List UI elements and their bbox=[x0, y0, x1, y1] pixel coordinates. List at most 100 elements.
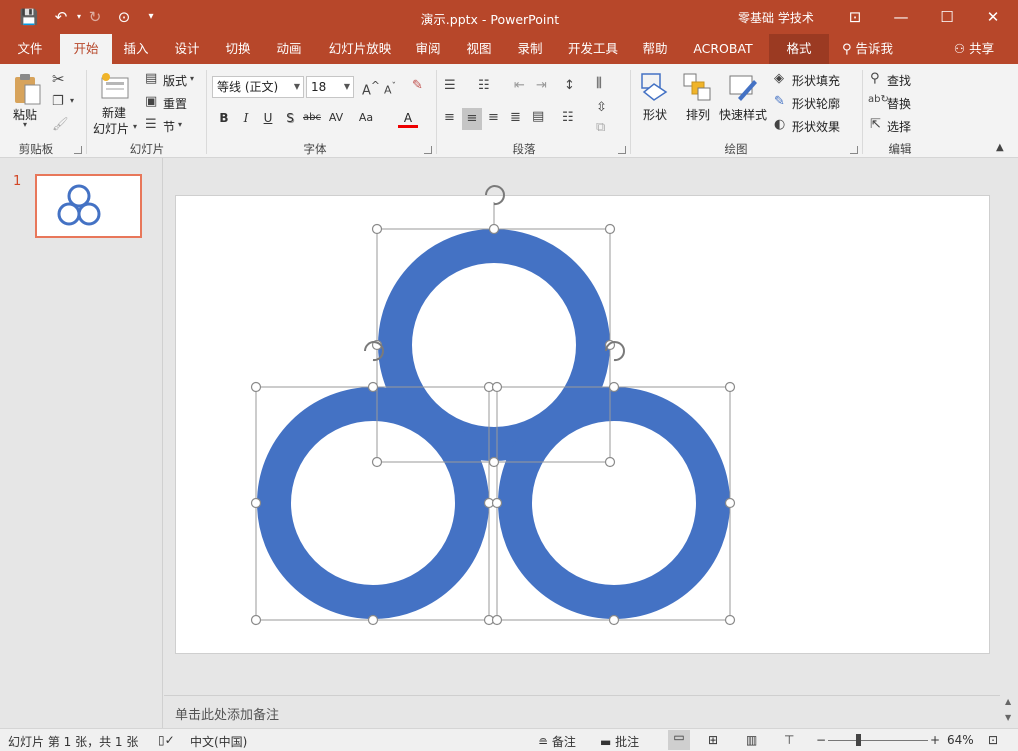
paint-bucket-icon[interactable]: ◈ bbox=[774, 71, 784, 86]
layout-button[interactable]: 版式 bbox=[163, 72, 187, 89]
replace-icon[interactable]: ab↻ bbox=[868, 94, 889, 105]
section-icon[interactable]: ☰ bbox=[145, 117, 157, 132]
tab-view[interactable]: 视图 bbox=[457, 34, 501, 64]
fit-to-window-icon[interactable]: ⊡ bbox=[988, 733, 998, 747]
tab-developer[interactable]: 开发工具 bbox=[561, 34, 625, 64]
decrease-indent-icon[interactable]: ⇤ bbox=[514, 78, 525, 93]
new-slide-dropdown-icon[interactable]: ▾ bbox=[133, 122, 137, 131]
tab-insert[interactable]: 插入 bbox=[114, 34, 158, 64]
text-direction-icon[interactable]: ⫼ bbox=[596, 76, 602, 91]
italic-button[interactable]: I bbox=[236, 108, 256, 128]
slide-thumbnail[interactable] bbox=[35, 174, 142, 238]
text-shadow-button[interactable]: S bbox=[280, 108, 300, 128]
align-left-icon[interactable]: ≡ bbox=[444, 110, 455, 125]
tab-file[interactable]: 文件 bbox=[8, 34, 52, 64]
collapse-ribbon-icon[interactable]: ▲ bbox=[996, 142, 1004, 153]
scroll-up-icon[interactable]: ▲ bbox=[1005, 697, 1011, 706]
notes-toggle[interactable]: ≘ 备注 bbox=[538, 733, 576, 750]
cut-icon[interactable]: ✂ bbox=[52, 70, 65, 88]
increase-indent-icon[interactable]: ⇥ bbox=[536, 78, 547, 93]
language-indicator[interactable]: 中文(中国) bbox=[190, 733, 247, 750]
notes-pane[interactable]: 单击此处添加备注 bbox=[164, 695, 1000, 728]
copy-dropdown-icon[interactable]: ▾ bbox=[70, 96, 74, 105]
font-size-combo[interactable]: 18 ▼ bbox=[306, 76, 354, 98]
slide-sorter-icon[interactable]: ⊞ bbox=[708, 733, 718, 747]
shape-effects-icon[interactable]: ◐ bbox=[774, 117, 785, 132]
notes-placeholder[interactable]: 单击此处添加备注 bbox=[175, 704, 279, 723]
distributed-icon[interactable]: ▤ bbox=[532, 109, 544, 124]
save-icon[interactable]: 💾 bbox=[18, 6, 40, 28]
redo-icon[interactable]: ↻ bbox=[84, 6, 106, 28]
shrink-font-icon[interactable]: Aˇ bbox=[384, 81, 396, 97]
share-button[interactable]: ⚇ 共享 bbox=[948, 34, 1000, 64]
layout-icon[interactable]: ▤ bbox=[145, 71, 157, 86]
align-text-icon[interactable]: ⇳ bbox=[596, 100, 607, 115]
clipboard-launcher-icon[interactable] bbox=[74, 146, 82, 154]
tab-help[interactable]: 帮助 bbox=[633, 34, 677, 64]
new-slide-icon[interactable] bbox=[100, 72, 132, 102]
font-color-button[interactable]: A bbox=[398, 108, 418, 128]
columns-icon[interactable]: ☷ bbox=[562, 110, 574, 125]
minimize-button[interactable]: — bbox=[878, 0, 924, 34]
paste-icon[interactable] bbox=[12, 72, 42, 106]
format-painter-icon[interactable]: 🖌 bbox=[52, 117, 69, 132]
tab-acrobat[interactable]: ACROBAT bbox=[688, 34, 758, 64]
ribbon-display-icon[interactable]: ⊡ bbox=[832, 0, 878, 34]
reset-icon[interactable]: ▣ bbox=[145, 94, 157, 109]
arrange-icon[interactable] bbox=[682, 72, 712, 102]
underline-button[interactable]: U bbox=[258, 108, 278, 128]
smartart-icon[interactable]: ⧉ bbox=[596, 120, 605, 135]
account-name[interactable]: 零基础 学技术 bbox=[738, 9, 814, 26]
drawing-launcher-icon[interactable] bbox=[850, 146, 858, 154]
align-right-icon[interactable]: ≡ bbox=[488, 110, 499, 125]
tab-design[interactable]: 设计 bbox=[165, 34, 209, 64]
copy-icon[interactable]: ❐ bbox=[52, 94, 64, 109]
reset-button[interactable]: 重置 bbox=[163, 95, 187, 112]
zoom-slider[interactable] bbox=[828, 740, 928, 741]
normal-view-icon[interactable]: ▭ bbox=[668, 730, 690, 750]
quick-styles-icon[interactable] bbox=[728, 72, 758, 102]
tab-record[interactable]: 录制 bbox=[508, 34, 552, 64]
tell-me-search[interactable]: ⚲ 告诉我 bbox=[842, 34, 906, 64]
paragraph-launcher-icon[interactable] bbox=[618, 146, 626, 154]
pen-outline-icon[interactable]: ✎ bbox=[774, 94, 785, 109]
layout-dropdown-icon[interactable]: ▾ bbox=[190, 74, 194, 83]
font-name-combo[interactable]: 等线 (正文) ▼ bbox=[212, 76, 304, 98]
change-case-button[interactable]: Aa bbox=[356, 108, 376, 128]
character-spacing-button[interactable]: AV bbox=[326, 108, 346, 128]
customize-qat-icon[interactable]: ▾ bbox=[140, 6, 162, 28]
section-dropdown-icon[interactable]: ▾ bbox=[178, 120, 182, 129]
shape-fill-button[interactable]: 形状填充 bbox=[792, 72, 840, 89]
comments-toggle[interactable]: ▬ 批注 bbox=[600, 733, 639, 750]
zoom-slider-thumb[interactable] bbox=[856, 734, 861, 746]
justify-icon[interactable]: ≣ bbox=[510, 110, 521, 125]
vertical-scrollbar[interactable]: ▲ ▼ bbox=[1002, 695, 1018, 728]
zoom-in-button[interactable]: + bbox=[930, 733, 940, 747]
bullets-icon[interactable]: ☰ bbox=[444, 78, 456, 93]
strikethrough-button[interactable]: abc bbox=[302, 108, 322, 128]
select-button[interactable]: 选择 bbox=[887, 118, 911, 135]
new-slide-label-2[interactable]: 幻灯片 bbox=[93, 120, 129, 137]
maximize-button[interactable]: ☐ bbox=[924, 0, 970, 34]
tab-slideshow[interactable]: 幻灯片放映 bbox=[322, 34, 398, 64]
arrange-button-label[interactable]: 排列 bbox=[686, 106, 710, 123]
close-button[interactable]: ✕ bbox=[970, 0, 1016, 34]
slideshow-view-icon[interactable]: ⊤ bbox=[784, 733, 794, 747]
align-center-icon[interactable]: ≡ bbox=[462, 108, 482, 130]
shapes-icon[interactable] bbox=[640, 72, 670, 102]
shape-effects-button[interactable]: 形状效果 bbox=[792, 118, 840, 135]
shape-outline-button[interactable]: 形状轮廓 bbox=[792, 95, 840, 112]
grow-font-icon[interactable]: A^ bbox=[362, 79, 380, 98]
bold-button[interactable]: B bbox=[214, 108, 234, 128]
replace-button[interactable]: 替换 bbox=[887, 95, 911, 112]
select-cursor-icon[interactable]: ⇱ bbox=[870, 117, 881, 132]
new-slide-label[interactable]: 新建 bbox=[102, 104, 126, 121]
reading-view-icon[interactable]: ▥ bbox=[746, 733, 757, 747]
section-button[interactable]: 节 bbox=[163, 118, 175, 135]
find-icon[interactable]: ⚲ bbox=[870, 71, 880, 86]
scroll-down-icon[interactable]: ▼ bbox=[1005, 713, 1011, 722]
zoom-percent[interactable]: 64% bbox=[947, 733, 974, 747]
font-launcher-icon[interactable] bbox=[424, 146, 432, 154]
tab-review[interactable]: 审阅 bbox=[406, 34, 450, 64]
find-button[interactable]: 查找 bbox=[887, 72, 911, 89]
